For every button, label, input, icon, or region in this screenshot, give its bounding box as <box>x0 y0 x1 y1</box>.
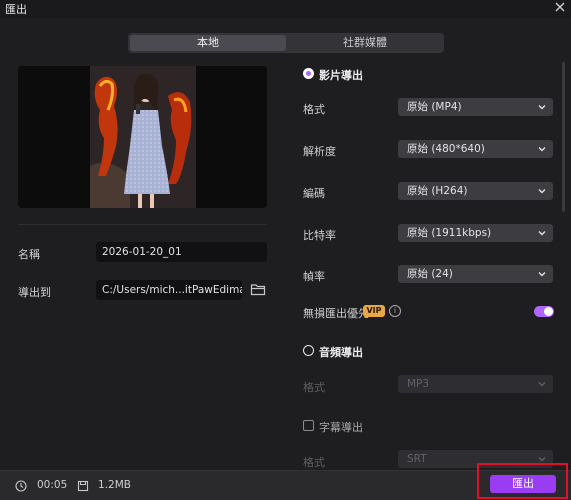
name-label: 名稱 <box>18 248 40 261</box>
video-export-radio[interactable] <box>303 68 314 79</box>
audio-format-value: MP3 <box>407 378 430 390</box>
bitrate-select[interactable]: 原始 (1911kbps) <box>398 224 553 242</box>
encoder-label: 編碼 <box>303 187 325 200</box>
chevron-down-icon <box>538 189 546 194</box>
format-select[interactable]: 原始 (MP4) <box>398 98 553 116</box>
export-path-input[interactable]: C:/Users/mich...itPawEdimakor <box>96 280 242 300</box>
framerate-label: 幀率 <box>303 270 325 283</box>
subtitle-export-checkbox[interactable] <box>303 420 314 431</box>
chevron-down-icon <box>538 105 546 110</box>
info-icon[interactable]: i <box>389 305 401 317</box>
resolution-label: 解析度 <box>303 145 336 158</box>
format-label: 格式 <box>303 103 325 116</box>
framerate-value: 原始 (24) <box>407 268 453 280</box>
chevron-down-icon <box>538 272 546 277</box>
subtitle-format-value: SRT <box>407 453 427 465</box>
vip-badge: VIP <box>363 305 385 317</box>
resolution-select[interactable]: 原始 (480*640) <box>398 140 553 158</box>
resolution-value: 原始 (480*640) <box>407 143 485 155</box>
export-button[interactable]: 匯出 <box>490 475 556 493</box>
file-size-icon <box>77 480 89 492</box>
video-export-title: 影片導出 <box>319 69 363 82</box>
file-size-text: 1.2MB <box>98 479 131 491</box>
export-path-label: 導出到 <box>18 286 51 299</box>
lossless-label: 無損匯出優先 <box>303 307 369 320</box>
audio-export-title: 音頻導出 <box>319 346 363 359</box>
duration-text: 00:05 <box>37 479 68 491</box>
tab-social-media[interactable]: 社群媒體 <box>288 35 442 51</box>
title-bar: 匯出 <box>0 0 571 18</box>
chevron-down-icon <box>538 147 546 152</box>
tab-local[interactable]: 本地 <box>130 35 286 51</box>
name-input[interactable]: 2026-01-20_01 <box>96 242 267 262</box>
preview-thumbnail <box>90 66 196 208</box>
audio-format-label: 格式 <box>303 381 325 394</box>
window-title: 匯出 <box>5 3 27 16</box>
clock-icon <box>15 480 27 492</box>
encoder-value: 原始 (H264) <box>407 185 468 197</box>
export-tabs: 本地 社群媒體 <box>128 33 444 53</box>
bitrate-label: 比特率 <box>303 229 336 242</box>
scrollbar[interactable] <box>562 62 565 212</box>
folder-icon[interactable] <box>250 282 266 296</box>
framerate-select[interactable]: 原始 (24) <box>398 265 553 283</box>
subtitle-export-title: 字幕導出 <box>319 421 363 434</box>
toggle-knob <box>544 307 553 316</box>
subtitle-format-label: 格式 <box>303 456 325 469</box>
chevron-down-icon <box>538 382 546 387</box>
close-icon[interactable] <box>553 0 567 14</box>
lossless-toggle[interactable] <box>534 306 554 317</box>
bitrate-value: 原始 (1911kbps) <box>407 227 492 239</box>
chevron-down-icon <box>538 231 546 236</box>
video-preview <box>18 66 267 208</box>
format-value: 原始 (MP4) <box>407 101 462 113</box>
encoder-select[interactable]: 原始 (H264) <box>398 182 553 200</box>
audio-format-select[interactable]: MP3 <box>398 375 553 393</box>
divider <box>18 224 267 225</box>
audio-export-radio[interactable] <box>303 345 314 356</box>
